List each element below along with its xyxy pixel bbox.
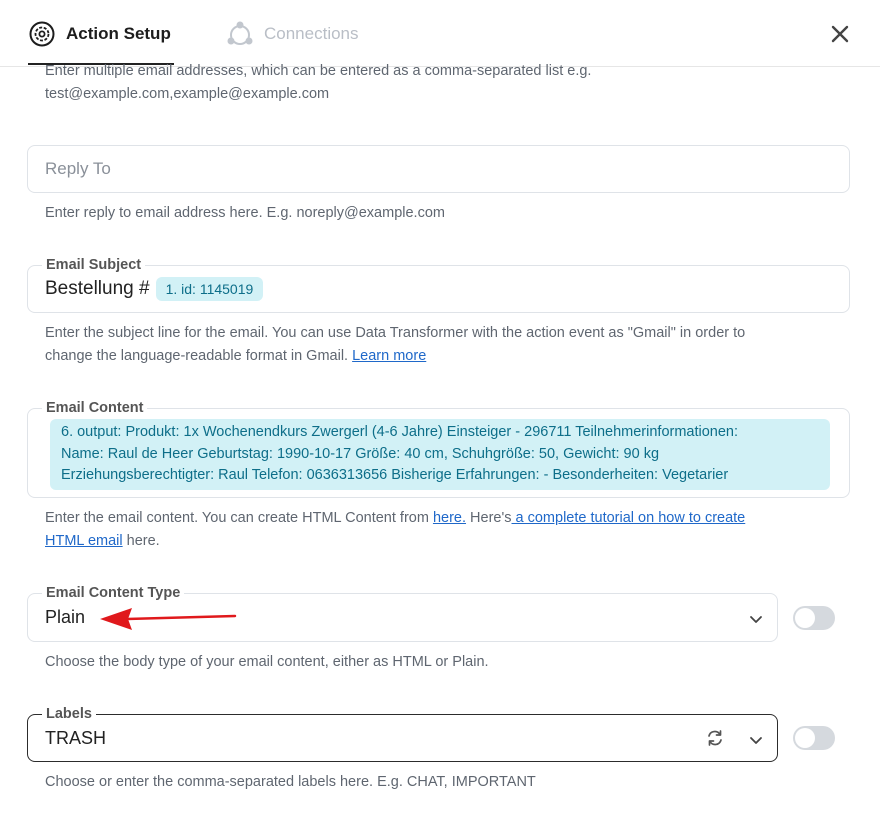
connections-icon	[227, 21, 253, 45]
toggle-knob	[795, 608, 815, 628]
tab-action-setup-label: Action Setup	[66, 24, 171, 43]
email-content-help-text-b: Here's	[470, 510, 512, 526]
reply-to-placeholder: Reply To	[45, 159, 111, 178]
email-subject-value: Bestellung #1. id: 1145019	[45, 277, 264, 301]
tab-connections[interactable]: Connections	[226, 18, 359, 50]
email-subject-help: Enter the subject line for the email. Yo…	[45, 322, 835, 368]
email-content-help-line2: HTML email here.	[45, 530, 835, 553]
close-icon[interactable]	[828, 22, 852, 46]
here-link[interactable]: here.	[433, 510, 466, 526]
content-chip-line1: 6. output: Produkt: 1x Wochenendkurs Zwe…	[61, 424, 739, 440]
email-subject-label: Email Subject	[42, 257, 146, 273]
gear-icon	[29, 21, 55, 47]
tab-connections-label: Connections	[264, 24, 359, 43]
email-content-field[interactable]: Email Content 6. output: Produkt: 1x Woc…	[27, 400, 850, 498]
email-list-help-line2: test@example.com,example@example.com	[45, 86, 330, 102]
refresh-icon[interactable]	[706, 729, 724, 747]
email-list-help: Enter multiple email addresses, which ca…	[45, 60, 835, 106]
red-arrow-annotation	[100, 608, 237, 630]
email-subject-help-line1: Enter the subject line for the email. Yo…	[45, 325, 746, 341]
email-content-help-text-c: here.	[122, 533, 160, 549]
email-list-help-line1: Enter multiple email addresses, which ca…	[45, 63, 592, 79]
labels-toggle[interactable]	[793, 726, 835, 750]
tab-bar: Action Setup Connections	[0, 0, 880, 67]
labels-help: Choose or enter the comma-separated labe…	[45, 774, 536, 790]
email-content-label: Email Content	[42, 400, 148, 416]
chevron-down-icon[interactable]	[748, 611, 764, 627]
email-content-help: Enter the email content. You can create …	[45, 507, 835, 553]
email-content-type-label: Email Content Type	[42, 585, 185, 601]
email-subject-field[interactable]: Email Subject Bestellung #1. id: 1145019	[27, 257, 850, 313]
email-content-help-text-a: Enter the email content. You can create …	[45, 510, 429, 526]
email-subject-help-text: change the language-readable format in G…	[45, 348, 349, 364]
labels-select[interactable]: Labels TRASH	[27, 706, 778, 762]
email-content-type-help: Choose the body type of your email conte…	[45, 654, 489, 670]
chevron-down-icon[interactable]	[748, 732, 764, 748]
reply-to-field[interactable]: Reply To	[27, 145, 850, 193]
content-variable-chip[interactable]: 6. output: Produkt: 1x Wochenendkurs Zwe…	[50, 419, 830, 490]
html-email-link[interactable]: HTML email	[45, 533, 123, 549]
email-content-type-toggle[interactable]	[793, 606, 835, 630]
reply-to-help: Enter reply to email address here. E.g. …	[45, 205, 445, 221]
labels-value: TRASH	[45, 728, 107, 748]
tutorial-link[interactable]: a complete tutorial on how to create	[512, 510, 746, 526]
email-content-help-line1: Enter the email content. You can create …	[45, 507, 835, 530]
tab-action-setup[interactable]: Action Setup	[28, 18, 174, 65]
email-subject-text: Bestellung #	[45, 278, 150, 300]
email-subject-help-line2: change the language-readable format in G…	[45, 345, 835, 368]
labels-label: Labels	[42, 706, 96, 722]
toggle-knob	[795, 728, 815, 748]
learn-more-link[interactable]: Learn more	[352, 348, 426, 364]
subject-variable-chip[interactable]: 1. id: 1145019	[155, 277, 264, 301]
email-content-type-value: Plain	[45, 607, 86, 627]
content-chip-line2: Name: Raul de Heer Geburtstag: 1990-10-1…	[61, 445, 660, 462]
content-chip-line3: Erziehungsberechtigter: Raul Telefon: 06…	[61, 467, 729, 483]
